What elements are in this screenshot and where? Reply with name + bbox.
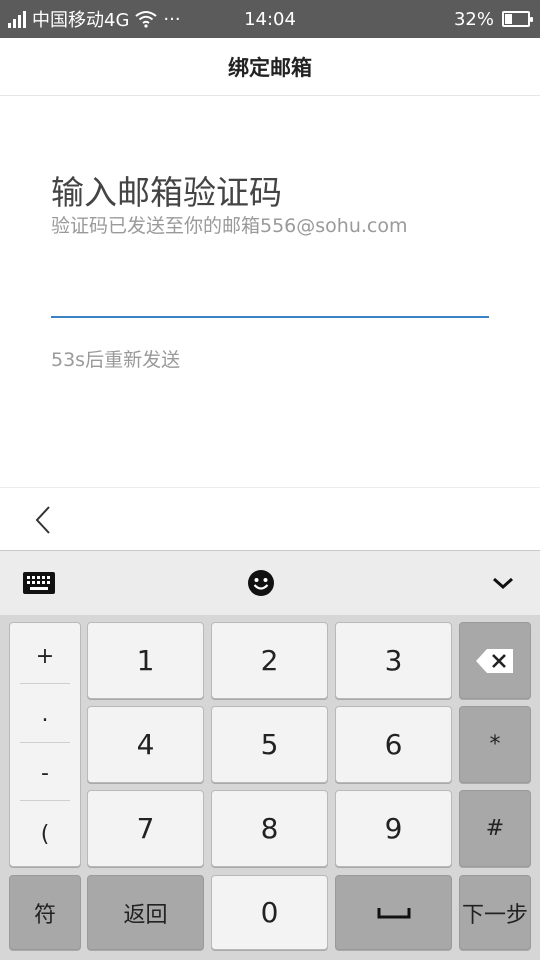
digit-key-9[interactable]: 9 [335,790,452,867]
bottom-nav [0,487,540,551]
back-button[interactable] [26,502,60,538]
more-status-icon: ··· [163,8,181,30]
title-bar: 绑定邮箱 [0,38,540,96]
return-key[interactable]: 返回 [87,875,204,950]
space-icon [377,907,410,918]
chevron-left-icon [35,506,50,534]
symbol-column: + . - ( [9,622,81,867]
emoji-icon [248,570,274,596]
digit-key-0[interactable]: 0 [211,875,328,950]
next-step-key[interactable]: 下一步 [459,875,531,950]
digit-key-7[interactable]: 7 [87,790,204,867]
backspace-icon [476,648,513,673]
status-right: 32% [453,0,533,38]
verification-heading: 输入邮箱验证码 [51,173,282,212]
digit-key-5[interactable]: 5 [211,706,328,783]
symbols-key[interactable]: 符 [9,875,81,950]
symbol-key-plus[interactable]: + [10,627,80,685]
digit-key-2[interactable]: 2 [211,622,328,699]
digit-key-3[interactable]: 3 [335,622,452,699]
digit-key-1[interactable]: 1 [87,622,204,699]
digit-key-6[interactable]: 6 [335,706,452,783]
battery-icon [502,11,533,27]
keyboard-switch-button[interactable] [22,567,56,599]
battery-fill [505,14,513,24]
emoji-button[interactable] [246,567,276,599]
space-key[interactable] [335,875,452,950]
wifi-icon [135,11,158,28]
symbol-key-minus[interactable]: - [10,744,80,802]
delete-key[interactable] [459,622,531,699]
page-title: 绑定邮箱 [228,55,312,80]
symbol-key-paren[interactable]: ( [10,805,80,863]
status-bar: 中国移动4G ··· 14:04 32% [0,0,540,38]
star-key[interactable]: * [459,706,531,783]
signal-icon [8,10,26,28]
digit-key-4[interactable]: 4 [87,706,204,783]
battery-percent: 32% [453,8,494,30]
keyboard-icon [23,572,55,594]
numeric-keyboard: + . - ( 1 2 3 4 5 6 7 8 9 * # 符 返回 0 下一步 [0,550,540,960]
carrier-label: 中国移动4G [32,10,130,31]
verification-code-input[interactable] [51,270,489,318]
status-left: 中国移动4G ··· [8,0,181,38]
symbol-key-dot[interactable]: . [10,685,80,743]
keyboard-toolbar [0,550,540,615]
sent-to-email-text: 验证码已发送至你的邮箱556@sohu.com [51,215,408,237]
clock: 14:04 [244,8,296,30]
hide-keyboard-button[interactable] [488,567,518,599]
chevron-down-icon [493,577,513,590]
hash-key[interactable]: # [459,790,531,867]
resend-countdown: 53s后重新发送 [51,349,181,371]
digit-key-8[interactable]: 8 [211,790,328,867]
